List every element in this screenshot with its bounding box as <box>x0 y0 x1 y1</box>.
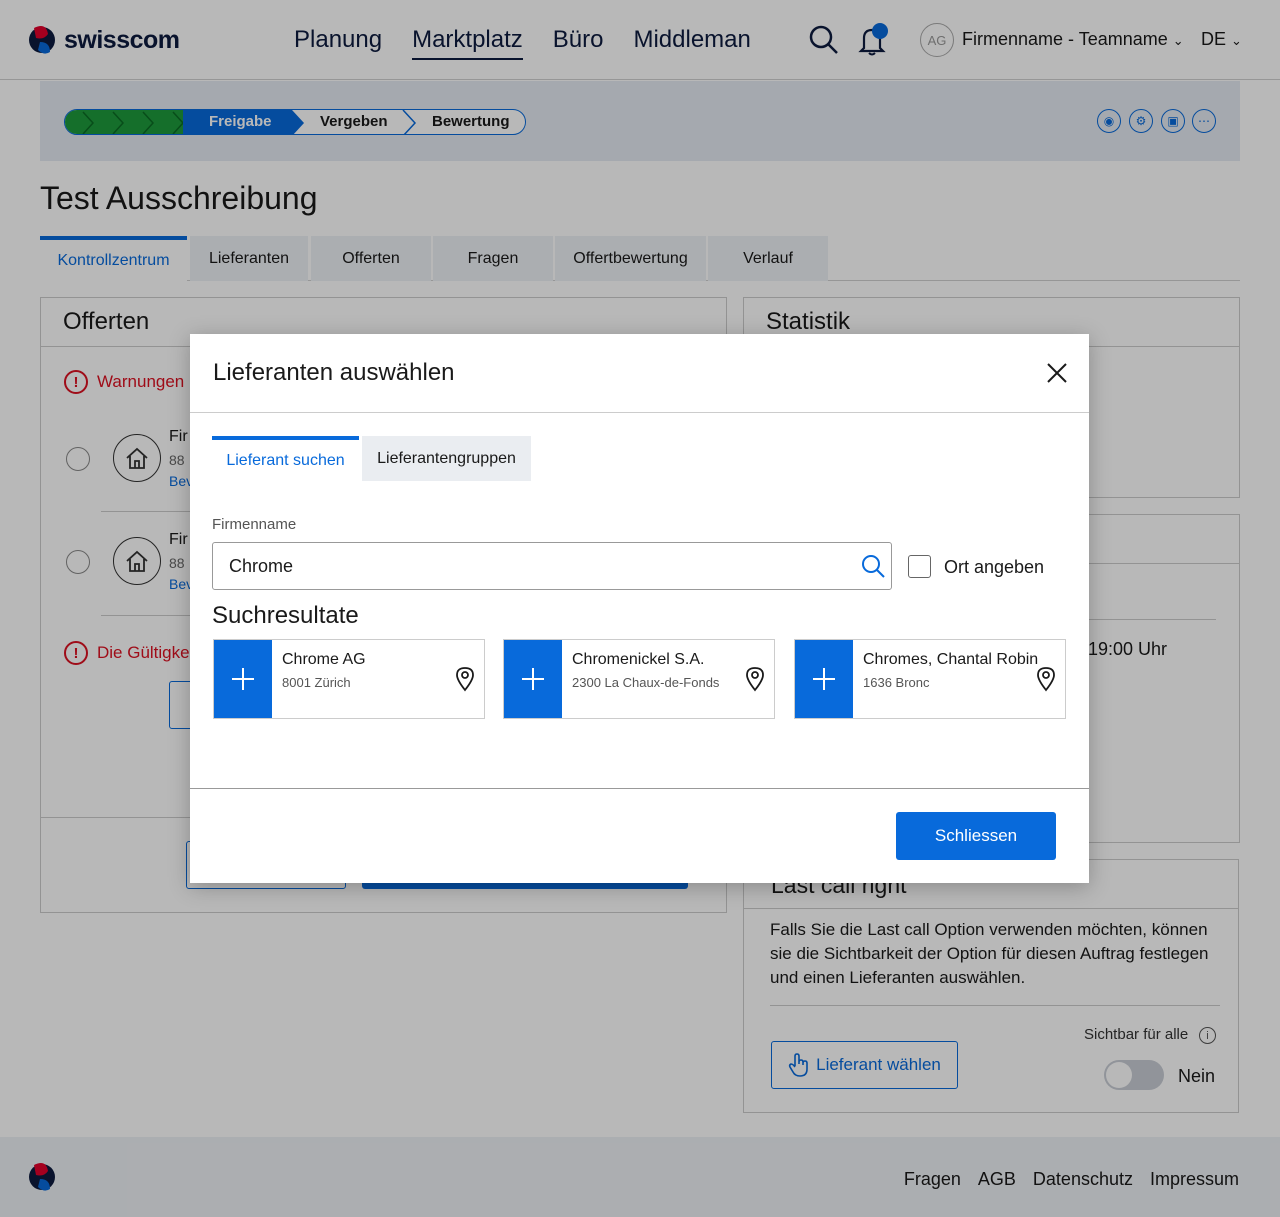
result-card: Chromes, Chantal Robin 1636 Bronc <box>794 639 1066 719</box>
company-name-label: Firmenname <box>212 516 297 533</box>
map-pin-icon[interactable] <box>1035 666 1057 692</box>
result-location: 1636 Bronc <box>863 675 930 690</box>
add-supplier-button[interactable] <box>504 640 562 718</box>
tab-search-supplier[interactable]: Lieferant suchen <box>212 436 359 481</box>
result-name: Chromenickel S.A. <box>572 651 705 668</box>
result-name: Chromes, Chantal Robin <box>863 651 1039 668</box>
close-button[interactable]: Schliessen <box>896 812 1056 860</box>
plus-icon <box>232 668 254 690</box>
result-location: 2300 La Chaux-de-Fonds <box>572 675 720 690</box>
plus-icon <box>813 668 835 690</box>
search-icon[interactable] <box>860 553 886 579</box>
modal-title: Lieferanten auswählen <box>213 359 455 386</box>
company-search-input[interactable] <box>212 542 892 590</box>
tab-supplier-groups[interactable]: Lieferantengruppen <box>362 436 531 481</box>
select-supplier-modal: Lieferanten auswählen Lieferant suchen L… <box>190 334 1089 883</box>
location-checkbox-label[interactable]: Ort angeben <box>944 557 1044 578</box>
add-supplier-button[interactable] <box>214 640 272 718</box>
result-card: Chrome AG 8001 Zürich <box>213 639 485 719</box>
close-icon[interactable] <box>1045 361 1069 385</box>
results-heading: Suchresultate <box>212 602 359 629</box>
divider <box>190 788 1089 789</box>
map-pin-icon[interactable] <box>454 666 476 692</box>
location-checkbox[interactable] <box>908 555 931 578</box>
result-name: Chrome AG <box>282 651 366 668</box>
plus-icon <box>522 668 544 690</box>
result-location: 8001 Zürich <box>282 675 351 690</box>
result-card: Chromenickel S.A. 2300 La Chaux-de-Fonds <box>503 639 775 719</box>
map-pin-icon[interactable] <box>744 666 766 692</box>
add-supplier-button[interactable] <box>795 640 853 718</box>
divider <box>190 412 1089 413</box>
